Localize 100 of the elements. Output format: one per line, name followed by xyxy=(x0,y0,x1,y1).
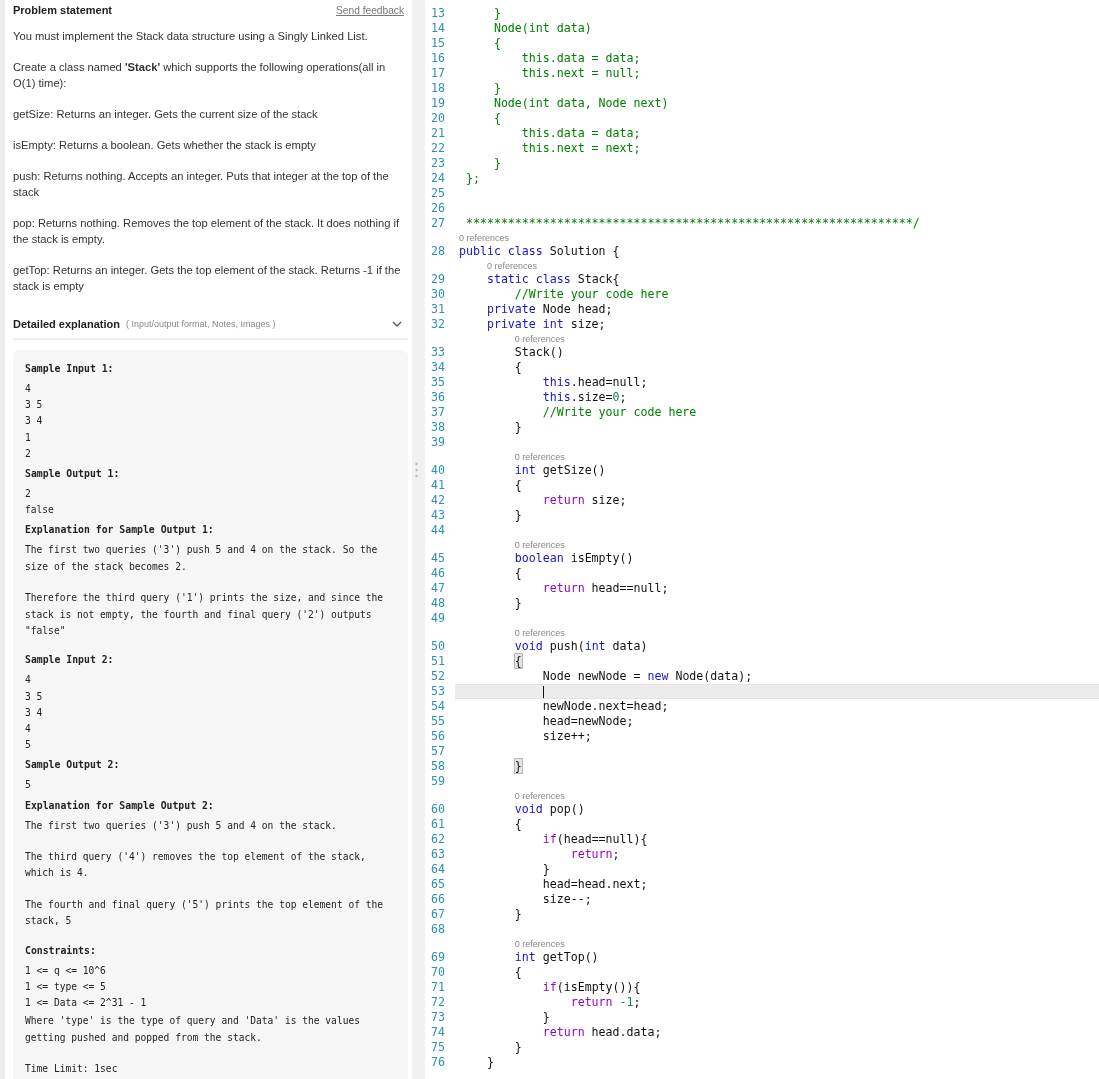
chevron-icon[interactable] xyxy=(392,321,402,327)
line-number: 52 xyxy=(430,669,446,684)
line-number: 50 xyxy=(430,639,446,654)
line-number: 19 xyxy=(430,96,446,111)
line-number: 21 xyxy=(430,126,446,141)
code-line: Node(int data, Node next) xyxy=(492,96,670,111)
references-label[interactable]: 0 references xyxy=(486,261,537,271)
line-number: 37 xyxy=(430,405,446,420)
problem-paragraph: push: Returns nothing. Accepts an integer. Puts that integer at the top of the stack xyxy=(13,169,390,200)
code-line: this.data = data; xyxy=(520,126,642,141)
code-line: size--; xyxy=(541,892,593,907)
line-number: 38 xyxy=(430,420,446,435)
code-line: { xyxy=(513,478,523,493)
line-number: 15 xyxy=(430,36,446,51)
line-number: 28 xyxy=(430,244,446,259)
code-line: //Write your code here xyxy=(541,405,698,420)
line-number: 30 xyxy=(430,287,446,302)
code-line: { xyxy=(492,111,502,126)
code-line: public class Solution { xyxy=(458,244,621,259)
code-line: } xyxy=(513,596,523,611)
line-number: 20 xyxy=(430,111,446,126)
line-number: 18 xyxy=(430,81,446,96)
code-line: this.size=0; xyxy=(541,390,628,405)
references-label[interactable]: 0 references xyxy=(514,791,565,801)
code-line: { xyxy=(513,566,523,581)
line-number: 64 xyxy=(430,862,446,877)
drag-handle-icon[interactable] xyxy=(415,462,418,478)
sample-text: The first two queries ('3') push 5 and 4 on the stack. xyxy=(25,818,338,833)
code-line: private int size; xyxy=(485,317,607,332)
line-number: 67 xyxy=(430,907,446,922)
section-heading: Sample Input 2: xyxy=(25,654,115,666)
line-number: 16 xyxy=(430,51,446,66)
sample-text: 4 xyxy=(25,382,32,396)
line-number: 69 xyxy=(430,950,446,965)
code-line: head=head.next; xyxy=(541,877,649,892)
problem-paragraph: You must implement the Stack data structure using a Singly Linked List. xyxy=(13,29,369,44)
code-line: if(head==null){ xyxy=(541,832,649,847)
code-line: this.next = null; xyxy=(520,66,642,81)
line-number: 51 xyxy=(430,654,446,669)
sample-text: 2 xyxy=(25,487,32,501)
code-line: return head==null; xyxy=(541,581,670,596)
code-line: { xyxy=(513,965,523,980)
line-number: 75 xyxy=(430,1040,446,1055)
section-heading: Sample Output 2: xyxy=(25,759,121,771)
details-hint: ( Input/output format, Notes, Images ) xyxy=(126,319,276,329)
sample-text: 4 xyxy=(25,673,32,688)
code-line: { xyxy=(513,360,523,375)
line-number: 35 xyxy=(430,375,446,390)
sample-text: 1 <= type <= 5 xyxy=(25,979,107,994)
references-label[interactable]: 0 references xyxy=(514,628,565,638)
code-line: { xyxy=(492,36,502,51)
sample-text: 5 xyxy=(25,778,32,793)
references-label[interactable]: 0 references xyxy=(459,233,510,243)
code-line: newNode.next=head; xyxy=(541,699,670,714)
line-number: 62 xyxy=(430,832,446,847)
sample-text: 4 xyxy=(25,722,32,737)
line-number: 40 xyxy=(430,463,446,478)
line-number: 73 xyxy=(430,1010,446,1025)
references-label[interactable]: 0 references xyxy=(514,939,565,949)
code-line: Stack() xyxy=(513,345,565,360)
send-feedback-link[interactable]: Send feedback xyxy=(336,5,404,16)
section-heading: Explanation for Sample Output 2: xyxy=(25,799,215,811)
sample-text: The first two queries ('3') push 5 and 4 on the stack. So the size of the stack becomes 2. xyxy=(25,543,379,574)
line-number: 31 xyxy=(430,302,446,317)
line-number: 68 xyxy=(430,922,446,937)
problem-paragraph: getSize: Returns an integer. Gets the current size of the stack xyxy=(13,107,319,122)
line-number: 76 xyxy=(430,1055,446,1070)
code-line: void push(int data) xyxy=(513,639,649,654)
line-number: 57 xyxy=(430,744,446,759)
sample-text: 3 4 xyxy=(25,705,44,720)
section-heading: Sample Output 1: xyxy=(25,468,121,479)
problem-title: Problem statement xyxy=(13,4,113,16)
references-label[interactable]: 0 references xyxy=(514,334,565,344)
line-number: 44 xyxy=(430,523,446,538)
text-cursor xyxy=(542,685,545,698)
code-line: } xyxy=(492,6,502,21)
line-number: 48 xyxy=(430,596,446,611)
references-label[interactable]: 0 references xyxy=(514,540,565,550)
references-label[interactable]: 0 references xyxy=(514,452,565,462)
code-line: } xyxy=(513,907,523,922)
sample-text: 1 <= Data <= 2^31 - 1 xyxy=(25,996,148,1011)
code-line: void pop() xyxy=(513,802,586,817)
code-line: ****************************************************************/ xyxy=(464,216,921,231)
problem-paragraph: isEmpty: Returns a boolean. Gets whether the stack is empty xyxy=(13,138,317,153)
sample-text: 3 4 xyxy=(25,414,44,429)
sample-text: The fourth and final query ('5') prints the top element of the stack, 5 xyxy=(25,897,385,929)
line-number: 47 xyxy=(430,581,446,596)
sample-text: false xyxy=(25,503,55,518)
line-number: 55 xyxy=(430,714,446,729)
line-number: 14 xyxy=(430,21,446,36)
line-number: 54 xyxy=(430,699,446,714)
code-line: return; xyxy=(569,847,621,862)
line-number: 65 xyxy=(430,877,446,892)
code-line: return size; xyxy=(541,493,628,508)
line-number: 36 xyxy=(430,390,446,405)
code-line: } xyxy=(513,420,523,435)
line-number: 45 xyxy=(430,551,446,566)
line-number: 72 xyxy=(430,995,446,1010)
line-number: 60 xyxy=(430,802,446,817)
code-line: this.next = next; xyxy=(520,141,642,156)
